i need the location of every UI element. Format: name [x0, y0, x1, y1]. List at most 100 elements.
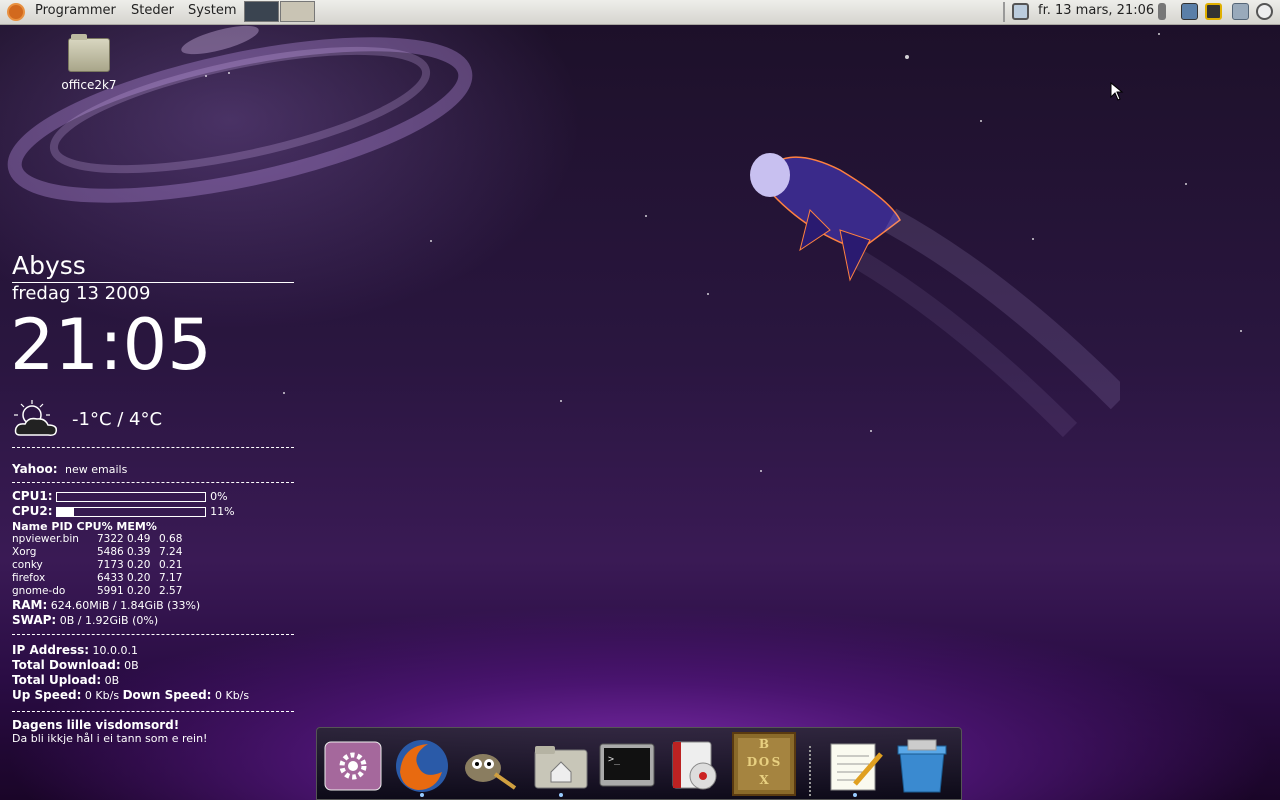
dosbox-letter: B [759, 737, 769, 751]
divider [12, 711, 294, 712]
up-speed-label: Up Speed: [12, 688, 82, 702]
mouse-cursor-icon [1110, 82, 1124, 101]
menu-programmer[interactable]: Programmer [35, 3, 116, 18]
process-row: Xorg 5486 0.39 7.24 [12, 546, 294, 559]
folder-icon [68, 34, 110, 72]
workspace-1[interactable] [244, 1, 279, 22]
panel-separator [1003, 2, 1005, 22]
download-label: Total Download: [12, 658, 121, 672]
menu-system[interactable]: System [188, 3, 236, 18]
dock-disc-burner[interactable] [665, 738, 725, 794]
process-name: gnome-do [12, 585, 66, 597]
dosbox-letter: S [772, 755, 781, 769]
dock-dosbox[interactable]: BDOSX [732, 732, 796, 796]
date-text: fredag 13 2009 [12, 283, 151, 304]
dock-text-editor[interactable] [825, 738, 885, 797]
dock: >_ BDOSX [316, 727, 962, 800]
terminal-icon: >_ [599, 743, 655, 787]
cpu1-label: CPU1: [12, 489, 53, 503]
process-name: conky [12, 559, 43, 571]
dock-separator [809, 746, 813, 796]
settings-icon [324, 741, 382, 791]
process-row: conky 7173 0.20 0.21 [12, 559, 294, 572]
weather-text: -1°C / 4°C [72, 408, 163, 430]
process-cpu: 0.49 [127, 533, 151, 545]
conky-widget: Abyss fredag 13 2009 21:05 -1°C / 4°C Ya… [10, 250, 294, 745]
process-pid: 7173 [97, 559, 124, 571]
process-header: Name PID CPU% MEM% [12, 520, 157, 533]
ip-value: 10.0.0.1 [92, 644, 139, 657]
cpu2-bar [56, 506, 207, 517]
process-mem: 7.17 [159, 572, 183, 584]
process-pid: 5486 [97, 546, 124, 558]
process-mem: 0.21 [159, 559, 183, 571]
dosbox-letter: D [747, 755, 757, 769]
upload-label: Total Upload: [12, 673, 102, 687]
svg-text:>_: >_ [608, 754, 621, 765]
swap-value: 0B / 1.92GiB (0%) [59, 614, 159, 627]
process-mem: 2.57 [159, 585, 183, 597]
panel-clock[interactable]: fr. 13 mars, 21:06 [1038, 3, 1154, 18]
time-text: 21:05 [10, 304, 212, 386]
upload-value: 0B [104, 674, 120, 687]
dock-trash[interactable] [892, 738, 952, 794]
cpu1-bar [56, 491, 207, 502]
process-name: firefox [12, 572, 46, 584]
dock-terminal[interactable]: >_ [597, 738, 657, 794]
divider [12, 634, 294, 635]
quote-text: Da bli ikkje hål i ei tann som e rein! [12, 732, 208, 745]
process-pid: 6433 [97, 572, 124, 584]
lock-icon[interactable] [1205, 3, 1222, 20]
process-list: npviewer.bin 7322 0.49 0.68 Xorg 5486 0.39 7.24… [12, 533, 294, 598]
gimp-icon [465, 754, 517, 790]
swap-label: SWAP: [12, 613, 57, 627]
process-cpu: 0.20 [127, 572, 151, 584]
down-speed-label: Down Speed: [122, 688, 212, 702]
hostname: Abyss [12, 250, 294, 283]
process-row: gnome-do 5991 0.20 2.57 [12, 585, 294, 598]
top-panel: Programmer Steder System fr. 13 mars, 21… [0, 0, 1280, 25]
dock-firefox[interactable] [392, 738, 452, 797]
disc-burner-icon [672, 741, 717, 790]
process-pid: 7322 [97, 533, 124, 545]
trash-icon [897, 739, 947, 793]
up-speed-value: 0 Kb/s [84, 689, 120, 702]
menu-steder[interactable]: Steder [131, 3, 174, 18]
volume-icon[interactable] [1158, 3, 1166, 20]
cpu1-value: 0% [210, 490, 228, 503]
download-value: 0B [124, 659, 139, 672]
ram-label: RAM: [12, 598, 48, 612]
dosbox-icon: BD O SX [732, 732, 796, 796]
dock-settings[interactable] [323, 738, 383, 794]
process-row: firefox 6433 0.20 7.17 [12, 572, 294, 585]
process-name: Xorg [12, 546, 37, 558]
ip-label: IP Address: [12, 643, 90, 657]
process-row: npviewer.bin 7322 0.49 0.68 [12, 533, 294, 546]
firefox-icon [396, 740, 448, 792]
process-mem: 0.68 [159, 533, 183, 545]
power-icon[interactable] [1256, 3, 1273, 20]
ubuntu-logo-icon[interactable] [7, 3, 25, 21]
dosbox-letter: X [759, 773, 769, 787]
network-icon[interactable] [1012, 3, 1029, 20]
divider [12, 447, 294, 448]
workspace-2[interactable] [280, 1, 315, 22]
chat-icon[interactable] [1232, 3, 1249, 20]
ram-value: 624.60MiB / 1.84GiB (33%) [50, 599, 201, 612]
process-cpu: 0.20 [127, 585, 151, 597]
dock-home-folder[interactable] [531, 738, 591, 797]
rocket-illustration [750, 153, 1120, 438]
cpu2-value: 11% [210, 505, 235, 518]
dosbox-letter: O [759, 755, 769, 769]
yahoo-label: Yahoo: [12, 462, 58, 476]
desktop-icon-office2k7[interactable]: office2k7 [55, 34, 123, 92]
divider [12, 482, 294, 483]
cpu2-label: CPU2: [12, 504, 53, 518]
screen-icon[interactable] [1181, 3, 1198, 20]
down-speed-value: 0 Kb/s [214, 689, 250, 702]
dock-gimp[interactable] [459, 738, 519, 794]
home-folder-icon [534, 746, 588, 789]
quote-title: Dagens lille visdomsord! [12, 718, 180, 732]
text-editor-icon [830, 743, 883, 791]
process-pid: 5991 [97, 585, 124, 597]
